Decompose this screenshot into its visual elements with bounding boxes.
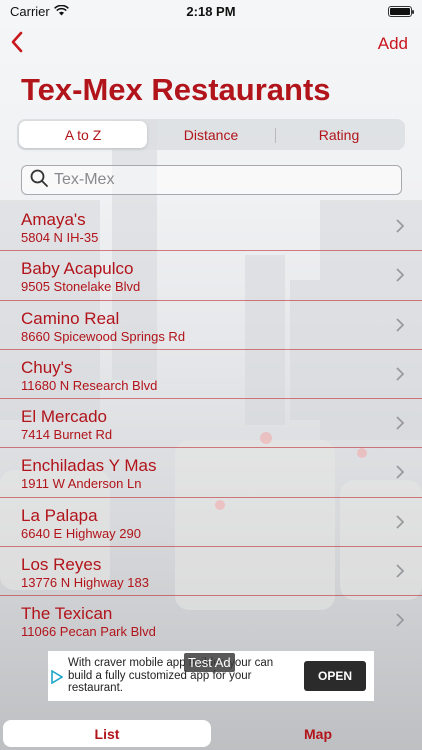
sort-tab-a-to-z[interactable]: A to Z — [19, 121, 147, 148]
list-item[interactable]: Chuy's 11680 N Research Blvd — [0, 350, 422, 400]
restaurant-name: Chuy's — [21, 357, 73, 377]
sort-segmented-control: A to Z Distance Rating — [17, 119, 405, 150]
restaurant-name: The Texican — [21, 604, 113, 624]
status-time: 2:18 PM — [186, 3, 236, 19]
battery-level — [390, 7, 410, 15]
add-button[interactable]: Add — [378, 34, 408, 54]
chevron-left-icon — [10, 31, 24, 58]
search-bar — [21, 165, 402, 195]
restaurant-name: Enchiladas Y Mas — [21, 456, 157, 476]
tab-list[interactable]: List — [3, 720, 211, 747]
restaurant-address: 13776 N Highway 183 — [21, 575, 149, 591]
list-item[interactable]: Amaya's 5804 N IH-35 — [0, 202, 422, 252]
navigation-bar: Add — [0, 28, 422, 60]
restaurant-address: 11680 N Research Blvd — [21, 377, 158, 393]
restaurant-name: Los Reyes — [21, 555, 102, 575]
chevron-right-icon — [396, 465, 405, 484]
battery-icon — [388, 5, 414, 17]
list-item[interactable]: Camino Real 8660 Spicewood Springs Rd — [0, 301, 422, 350]
restaurant-address: 5804 N IH-35 — [21, 230, 99, 245]
search-input[interactable] — [54, 171, 374, 189]
restaurant-address: 11066 Pecan Park Blvd — [21, 624, 156, 638]
status-bar: Carrier 2:18 PM — [0, 0, 422, 22]
restaurant-name: El Mercado — [21, 407, 107, 427]
ad-play-icon — [51, 669, 64, 689]
tab-map[interactable]: Map — [214, 720, 422, 747]
back-button[interactable] — [10, 28, 34, 60]
page-title: Tex-Mex Restaurants — [21, 72, 331, 107]
restaurant-address: 8660 Spicewood Springs Rd — [21, 328, 186, 344]
ad-banner[interactable]: With craver mobile app builder, your can… — [48, 651, 374, 701]
ad-open-button[interactable]: OPEN — [304, 661, 366, 691]
list-item[interactable]: Enchiladas Y Mas 1911 W Anderson Ln — [0, 448, 422, 498]
restaurant-address: 7414 Burnet Rd — [21, 427, 113, 443]
restaurant-name: Baby Acapulco — [21, 259, 134, 279]
chevron-right-icon — [396, 416, 405, 435]
list-item[interactable]: The Texican 11066 Pecan Park Blvd — [0, 596, 422, 638]
restaurant-name: Camino Real — [21, 308, 120, 328]
restaurant-address: 6640 E Highway 290 — [21, 525, 141, 541]
restaurant-address: 1911 W Anderson Ln — [21, 476, 142, 492]
list-item[interactable]: El Mercado 7414 Burnet Rd — [0, 399, 422, 449]
sort-tab-rating[interactable]: Rating — [275, 121, 403, 148]
ad-text: With craver mobile app builder, your can… — [68, 657, 274, 694]
restaurant-name: La Palapa — [21, 505, 98, 525]
list-item[interactable]: Los Reyes 13776 N Highway 183 — [0, 547, 422, 597]
chevron-right-icon — [396, 564, 405, 583]
restaurant-name: Amaya's — [21, 210, 86, 229]
test-ad-label: Test Ad — [184, 653, 235, 672]
chevron-right-icon — [396, 515, 405, 534]
restaurant-address: 9505 Stonelake Blvd — [21, 279, 141, 295]
chevron-right-icon — [396, 613, 405, 632]
list-item[interactable]: Baby Acapulco 9505 Stonelake Blvd — [0, 251, 422, 301]
sort-tab-distance[interactable]: Distance — [147, 121, 275, 148]
restaurant-list: Amaya's 5804 N IH-35 Baby Acapulco 9505 … — [0, 202, 422, 638]
bottom-tab-bar: List Map — [0, 717, 422, 750]
chevron-right-icon — [396, 367, 405, 386]
chevron-right-icon — [396, 317, 405, 337]
chevron-right-icon — [396, 219, 405, 238]
chevron-right-icon — [396, 268, 405, 287]
search-icon — [30, 169, 48, 192]
list-item[interactable]: La Palapa 6640 E Highway 290 — [0, 498, 422, 548]
